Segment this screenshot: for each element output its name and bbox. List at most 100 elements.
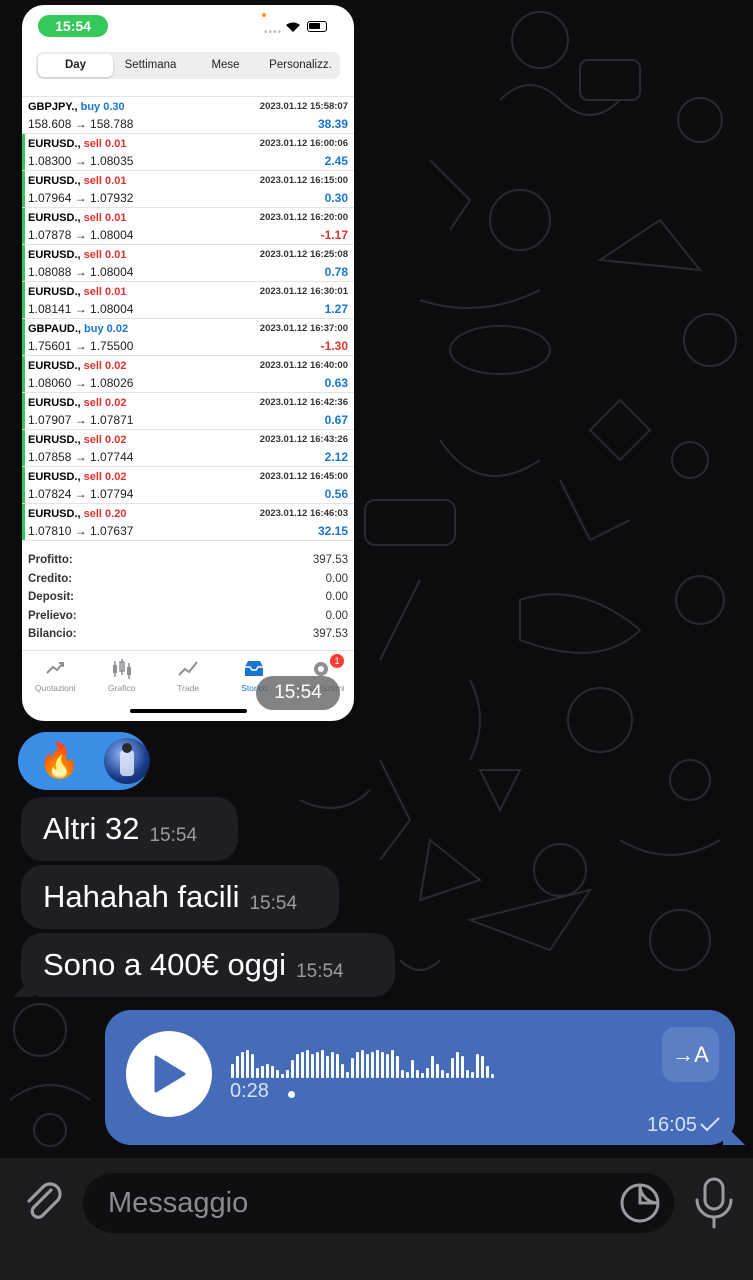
trade-row: GBPJPY., buy 0.30 158.608 → 158.788 2023.0… xyxy=(22,97,354,134)
waveform-bar xyxy=(331,1052,334,1078)
message-bubble[interactable]: Altri 32 15:54 xyxy=(21,797,238,861)
trade-datetime: 2023.01.12 16:46:03 xyxy=(259,508,348,519)
transcribe-button[interactable]: →A xyxy=(662,1027,719,1082)
trade-symbol: EURUSD., xyxy=(28,360,81,372)
trade-header: EURUSD., sell 0.01 xyxy=(28,249,126,261)
waveform-bar xyxy=(436,1064,439,1078)
trade-profit: 2.12 xyxy=(324,450,348,464)
photo-tab-trade: Trade xyxy=(155,651,221,703)
voice-message-bubble[interactable]: 0:28 →A 16:05 xyxy=(105,1010,735,1145)
trade-lot: 0.01 xyxy=(105,286,127,298)
waveform-bar xyxy=(426,1068,429,1078)
waveform-bar xyxy=(391,1050,394,1078)
summary-label: Profitto: xyxy=(28,554,73,566)
trade-profit: 38.39 xyxy=(317,117,348,131)
waveform-bar xyxy=(261,1066,264,1078)
waveform-bar xyxy=(376,1050,379,1078)
message-time: 15:54 xyxy=(296,961,344,982)
trade-prices: 1.75601 → 1.75500 xyxy=(28,339,134,353)
trade-lot: 0.02 xyxy=(105,360,127,372)
trade-side: sell xyxy=(83,286,102,298)
trade-datetime: 2023.01.12 16:00:06 xyxy=(259,138,348,149)
trade-datetime: 2023.01.12 16:40:00 xyxy=(259,360,348,371)
waveform-bar xyxy=(466,1070,469,1078)
trade-prices: 158.608 → 158.788 xyxy=(28,117,134,131)
waveform-bar xyxy=(346,1072,349,1078)
play-button[interactable] xyxy=(126,1031,212,1117)
trade-header: EURUSD., sell 0.01 xyxy=(28,175,126,187)
trade-datetime: 2023.01.12 15:58:07 xyxy=(259,101,348,112)
message-bubble[interactable]: Hahahah facili 15:54 xyxy=(21,865,339,929)
trade-side: sell xyxy=(83,397,102,409)
waveform-bar xyxy=(281,1074,284,1078)
history-inbox-icon xyxy=(245,661,264,676)
waveform-bar xyxy=(271,1066,274,1078)
signal-icon: •••• xyxy=(264,27,283,38)
trade-row: EURUSD., sell 0.01 1.07878 → 1.08004 2023.… xyxy=(22,208,354,245)
screenshot-photo[interactable]: 15:54 •••• Day Settimana Mese Personalizz. … xyxy=(22,5,354,721)
trade-row-marker xyxy=(22,356,25,392)
trade-history-list: GBPJPY., buy 0.30 158.608 → 158.788 2023.0… xyxy=(22,87,354,541)
waveform-bar xyxy=(366,1054,369,1078)
summary-value: 0.00 xyxy=(325,572,348,585)
trade-side: sell xyxy=(83,212,102,224)
quotes-icon xyxy=(46,662,65,674)
message-text: Hahahah facili xyxy=(43,879,240,914)
summary-row: Prelievo: 0.00 xyxy=(22,610,354,629)
trade-lot: 0.01 xyxy=(105,249,127,261)
trade-side: sell xyxy=(83,175,102,187)
waveform-bar xyxy=(326,1056,329,1078)
trade-row-marker xyxy=(22,319,25,355)
waveform-bar xyxy=(306,1050,309,1078)
message-text: Sono a 400€ oggi xyxy=(43,947,287,982)
summary-label: Bilancio: xyxy=(28,628,77,640)
photo-status-bar: 15:54 •••• xyxy=(22,5,354,49)
microphone-icon[interactable] xyxy=(692,1176,736,1230)
trade-lot: 0.02 xyxy=(105,397,127,409)
message-text: Altri 32 xyxy=(43,811,140,846)
waveform-bar xyxy=(386,1054,389,1078)
trade-prices: 1.08300 → 1.08035 xyxy=(28,154,134,168)
waveform-bar xyxy=(256,1068,259,1078)
attach-paperclip-icon[interactable] xyxy=(18,1176,68,1226)
waveform-bar xyxy=(266,1064,269,1078)
waveform-bar xyxy=(291,1060,294,1078)
message-input[interactable] xyxy=(83,1173,674,1233)
trade-profit: 1.27 xyxy=(324,302,348,316)
segment-tab: Personalizz. xyxy=(269,59,332,71)
message-bubble[interactable]: Sono a 400€ oggi 15:54 xyxy=(21,933,395,997)
waveform-bar xyxy=(416,1070,419,1078)
photo-status-time: 15:54 xyxy=(38,15,108,37)
photo-tab-grafico: Grafico xyxy=(88,651,154,703)
waveform-bar xyxy=(411,1060,414,1078)
battery-icon xyxy=(307,21,327,32)
trade-lot: 0.02 xyxy=(105,471,127,483)
waveform-bar xyxy=(476,1054,479,1078)
account-summary: Profitto: 397.53 Credito: 0.00 Deposit: 0.00 P… xyxy=(22,554,354,647)
waveform-bar xyxy=(461,1056,464,1078)
trade-row: EURUSD., sell 0.02 1.07824 → 1.07794 2023.… xyxy=(22,467,354,504)
waveform-bar xyxy=(231,1064,234,1078)
trade-row: EURUSD., sell 0.20 1.07810 → 1.07637 2023.… xyxy=(22,504,354,541)
sticker-icon[interactable] xyxy=(619,1182,661,1224)
chart-candles-icon xyxy=(112,659,131,679)
sent-check-icon xyxy=(700,1117,720,1132)
waveform-bar xyxy=(351,1058,354,1078)
voice-waveform[interactable] xyxy=(231,1042,494,1078)
wifi-icon xyxy=(286,22,300,32)
reaction-pill[interactable]: 🔥 xyxy=(18,732,150,790)
trade-side: buy xyxy=(84,323,104,335)
summary-row: Deposit: 0.00 xyxy=(22,591,354,610)
waveform-bar xyxy=(341,1064,344,1078)
trade-prices: 1.07878 → 1.08004 xyxy=(28,228,134,242)
waveform-bar xyxy=(311,1054,314,1078)
trade-prices: 1.08088 → 1.08004 xyxy=(28,265,134,279)
trade-profit: 0.56 xyxy=(324,487,348,501)
trade-lot: 0.01 xyxy=(105,175,127,187)
trade-profit: 32.15 xyxy=(317,524,348,538)
trade-datetime: 2023.01.12 16:43:26 xyxy=(259,434,348,445)
trade-header: EURUSD., sell 0.02 xyxy=(28,471,126,483)
trade-profit: 0.78 xyxy=(324,265,348,279)
privacy-dot-icon xyxy=(262,13,266,17)
waveform-bar xyxy=(456,1052,459,1078)
